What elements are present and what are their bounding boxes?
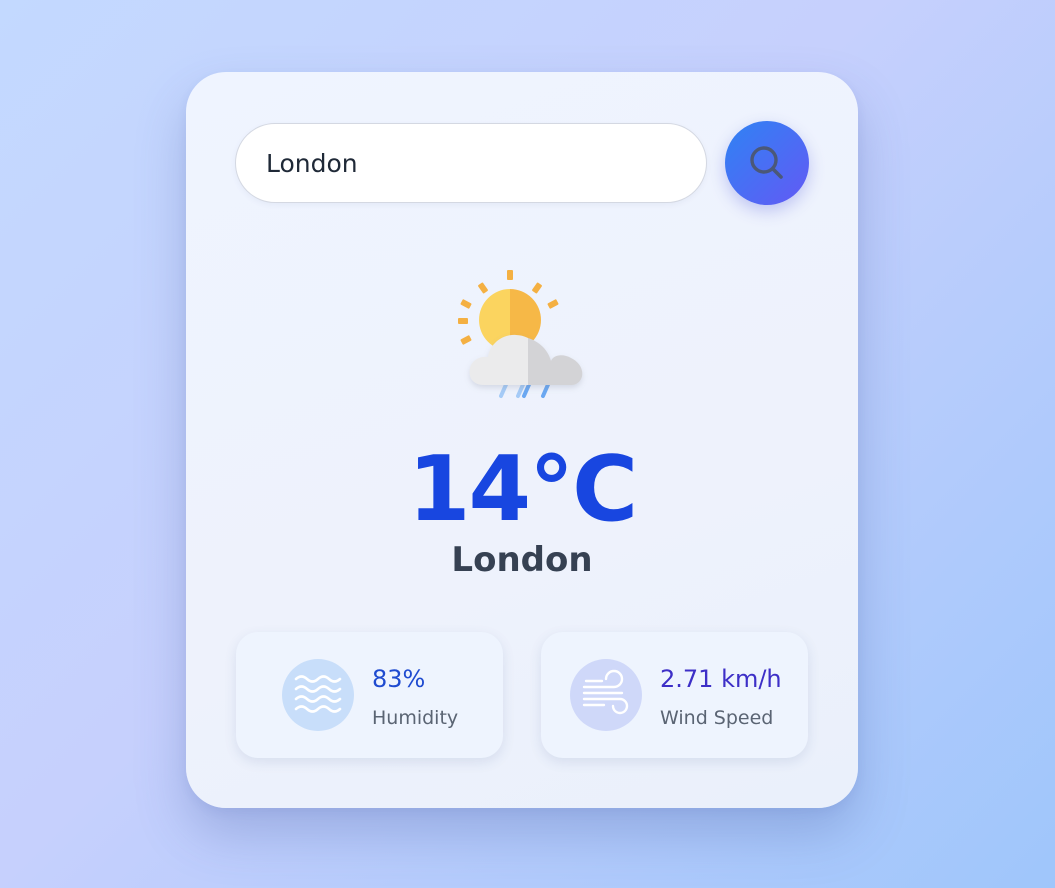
wind-icon [570,659,642,731]
search-input[interactable] [235,123,707,203]
humidity-label: Humidity [372,707,459,729]
wind-speed-value: 2.71 km/h [660,665,782,693]
wind-card: 2.71 km/h Wind Speed [541,632,808,758]
temperature: 14°C [407,437,638,542]
weather-card: 14°C London 83% Humidity [186,72,858,808]
humidity-card: 83% Humidity [236,632,503,758]
partly-cloudy-rain-icon [458,270,583,398]
humidity-value: 83% [372,665,426,693]
city-name: London [451,540,593,580]
search-button[interactable] [725,121,809,205]
wind-speed-label: Wind Speed [660,707,774,729]
humidity-waves-icon [282,659,354,731]
search-icon [750,146,783,179]
